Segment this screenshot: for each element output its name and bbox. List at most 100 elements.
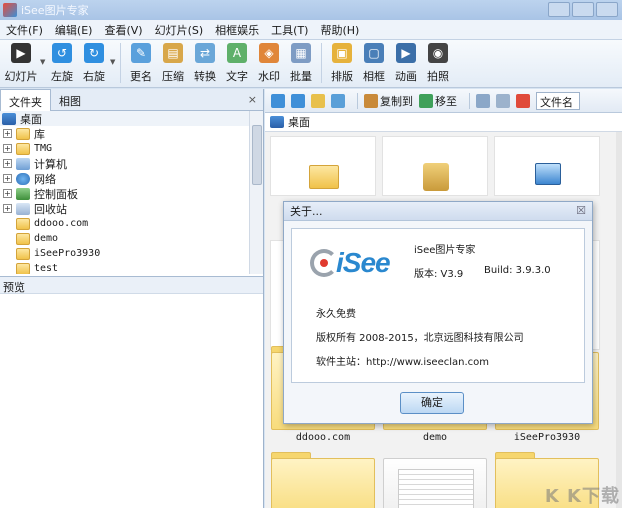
- maximize-button[interactable]: [572, 2, 594, 17]
- path-label: 桌面: [288, 116, 310, 129]
- tree-item-label: 计算机: [34, 157, 67, 171]
- tree-item[interactable]: + 网络: [0, 171, 250, 186]
- thumbnail-computer[interactable]: [494, 136, 600, 196]
- menu-help[interactable]: 帮助(H): [314, 22, 365, 38]
- expand-icon[interactable]: +: [3, 174, 12, 183]
- rename-button[interactable]: ✎ 更名: [125, 40, 157, 86]
- tree-item-label: 控制面板: [34, 187, 78, 201]
- menu-file[interactable]: 文件(F): [0, 22, 49, 38]
- rotate-left-label: 左旋: [51, 70, 73, 83]
- menu-frame-fun[interactable]: 相框娱乐: [209, 22, 265, 38]
- tree-item[interactable]: + 计算机: [0, 156, 250, 171]
- thumbnail-library[interactable]: [270, 136, 376, 196]
- ok-button[interactable]: 确定: [400, 392, 464, 414]
- tree-item[interactable]: test: [0, 261, 250, 274]
- batch-icon: ▦: [291, 43, 311, 63]
- menu-edit[interactable]: 编辑(E): [49, 22, 99, 38]
- layout-button[interactable]: ▣ 排版: [326, 40, 358, 86]
- close-icon[interactable]: ×: [248, 93, 257, 106]
- content-scrollbar[interactable]: [616, 132, 622, 508]
- tree-item-label: 桌面: [20, 112, 42, 126]
- slideshow-label: 幻灯片: [4, 70, 38, 83]
- thumbnail-user[interactable]: [382, 136, 488, 196]
- expand-icon[interactable]: +: [3, 204, 12, 213]
- thumb-caption: demo: [422, 432, 448, 443]
- folder-test[interactable]: [271, 458, 375, 508]
- refresh-icon[interactable]: [331, 93, 345, 108]
- watermark-button[interactable]: ◈ 水印: [253, 40, 285, 86]
- tab-folder[interactable]: 文件夹: [0, 89, 51, 112]
- paste-icon[interactable]: [496, 93, 510, 108]
- frame-button[interactable]: ▢ 相框: [358, 40, 390, 86]
- capture-label: 拍照: [427, 70, 449, 83]
- dialog-close-icon[interactable]: ☒: [576, 204, 586, 217]
- tree-item-label: ddooo.com: [34, 218, 89, 229]
- menu-view[interactable]: 查看(V): [98, 22, 148, 38]
- tree-item[interactable]: + 库: [0, 126, 250, 141]
- toolbar-divider: [321, 43, 322, 83]
- folder-tree: 桌面 + 库 + TMG + 计算机 + 网络 + 控制面板 + 回收站 ddooo.com demo iS…: [0, 111, 250, 274]
- rotate-right-button[interactable]: ↻ 右旋: [78, 40, 110, 86]
- sort-dropdown[interactable]: 文件名: [536, 91, 580, 110]
- close-window-button[interactable]: [596, 2, 618, 17]
- copy-to-button[interactable]: 复制到: [364, 93, 413, 109]
- tree-item[interactable]: ddooo.com: [0, 216, 250, 231]
- rotate-right-label: 右旋: [83, 70, 105, 83]
- tree-item[interactable]: iSeePro3930: [0, 246, 250, 261]
- menu-slideshow[interactable]: 幻灯片(S): [149, 22, 210, 38]
- rename-icon: ✎: [131, 43, 151, 63]
- expand-icon[interactable]: +: [3, 129, 12, 138]
- minimize-button[interactable]: [548, 2, 570, 17]
- up-folder-icon[interactable]: [311, 93, 325, 108]
- product-name: iSee图片专家: [414, 245, 476, 256]
- slideshow-button[interactable]: ▶ 幻灯片: [2, 40, 40, 86]
- compress-icon: ▤: [163, 43, 183, 63]
- delete-icon[interactable]: [516, 93, 530, 108]
- desktop-icon: [2, 112, 16, 125]
- tree-scrollbar[interactable]: [249, 111, 263, 274]
- back-icon[interactable]: [271, 93, 285, 108]
- expand-icon[interactable]: +: [3, 159, 12, 168]
- title-bar: iSee图片专家: [0, 0, 622, 20]
- folder-icon: [16, 127, 30, 140]
- move-to-button[interactable]: 移至: [419, 93, 457, 109]
- scrollbar-thumb[interactable]: [252, 125, 262, 185]
- copy-icon: [364, 93, 378, 108]
- tree-item[interactable]: + 控制面板: [0, 186, 250, 201]
- rotate-right-icon: ↻: [84, 43, 104, 63]
- layout-label: 排版: [331, 70, 353, 83]
- batch-button[interactable]: ▦ 批量: [285, 40, 317, 86]
- tree-item-desktop[interactable]: 桌面: [0, 111, 250, 126]
- menu-tools[interactable]: 工具(T): [265, 22, 314, 38]
- tab-album[interactable]: 相图: [51, 89, 89, 110]
- document-lines: [398, 469, 474, 508]
- preview-label: 预览: [3, 281, 25, 294]
- compress-label: 压缩: [162, 70, 184, 83]
- tree-item-label: 网络: [34, 172, 56, 186]
- forward-icon[interactable]: [291, 93, 305, 108]
- move-icon: [419, 93, 433, 108]
- folder-icon: [16, 217, 30, 230]
- folder-icon: [16, 142, 30, 155]
- dialog-body: iSee iSee图片专家 版本: V3.9 Build: 3.9.3.0 永久…: [291, 228, 585, 383]
- capture-button[interactable]: ◉ 拍照: [422, 40, 454, 86]
- text-button[interactable]: A 文字: [221, 40, 253, 86]
- tree-item[interactable]: demo: [0, 231, 250, 246]
- expand-icon[interactable]: +: [3, 189, 12, 198]
- watermark-label: 水印: [258, 70, 280, 83]
- animation-button[interactable]: ▶ 动画: [390, 40, 422, 86]
- document-thumbnail[interactable]: [383, 458, 487, 508]
- tree-item[interactable]: + TMG: [0, 141, 250, 156]
- version-text: 版本: V3.9: [414, 269, 464, 280]
- rotate-left-button[interactable]: ↺ 左旋: [46, 40, 78, 86]
- left-tabs: 文件夹 相图 ×: [0, 89, 263, 112]
- rotate-dropdown-icon[interactable]: ▼: [110, 58, 116, 66]
- convert-button[interactable]: ⇄ 转换: [189, 40, 221, 86]
- compress-button[interactable]: ▤ 压缩: [157, 40, 189, 86]
- frame-icon: ▢: [364, 43, 384, 63]
- cut-icon[interactable]: [476, 93, 490, 108]
- expand-icon[interactable]: +: [3, 144, 12, 153]
- watermark-icon: ◈: [259, 43, 279, 63]
- tree-item[interactable]: + 回收站: [0, 201, 250, 216]
- computer-icon: [535, 163, 561, 185]
